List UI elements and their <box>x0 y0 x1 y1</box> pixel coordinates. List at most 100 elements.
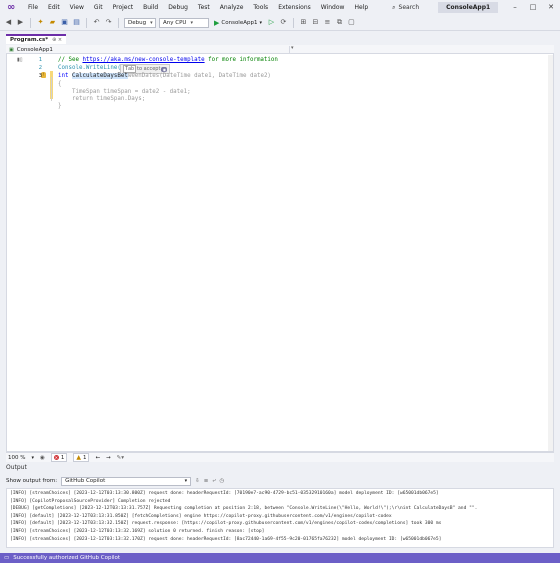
comment-text: // See <box>58 57 83 63</box>
show-output-from-label: Show output from: <box>6 478 58 484</box>
template-link[interactable]: https://aka.ms/new-console-template <box>82 57 204 63</box>
document-tab-bar <box>0 33 560 45</box>
menu-extensions[interactable]: Extensions <box>273 4 316 11</box>
menu-test[interactable]: Test <box>193 4 215 11</box>
chevron-down-icon[interactable]: ▾ <box>31 455 34 461</box>
menu-project[interactable]: Project <box>108 4 139 11</box>
start-debugging-button[interactable]: ▶ ConsoleApp1 ▾ <box>212 19 264 27</box>
platform-dropdown[interactable]: Any CPU ▾ <box>159 17 209 28</box>
warning-count[interactable]: ▲ 1 <box>73 453 90 462</box>
code-editor[interactable] <box>6 45 554 452</box>
tab-pin-close-icon[interactable]: ⊕ × <box>52 37 62 43</box>
error-count[interactable]: ✕ 1 <box>50 453 68 462</box>
chevron-down-icon: ▾ <box>190 19 193 26</box>
output-log[interactable]: [INFO] [streamChoices] [2023-12-12T03:13… <box>6 488 554 548</box>
minimize-icon[interactable]: – <box>510 2 520 12</box>
menu-analyze[interactable]: Analyze <box>215 4 249 11</box>
line-number: 1 <box>38 57 42 63</box>
start-without-debugging-icon[interactable]: ▷ <box>267 18 276 27</box>
toolbar: ◀ ▶ ✦ ▰ ▣ ▤ ↶ ↷ Debug ▾ Any CPU ▾ ▶ Cons… <box>0 15 560 31</box>
back-icon[interactable]: ◀ <box>4 18 13 27</box>
toolbar-separator <box>118 17 119 28</box>
log-line: [INFO] [streamChoices] [2023-12-12T03:13… <box>10 536 442 542</box>
redo-icon[interactable]: ↷ <box>104 18 113 27</box>
fold-guide <box>51 77 52 101</box>
toolbar-tool-icon[interactable]: ≡ <box>323 18 332 27</box>
menu-bar: ∞ File Edit View Git Project Build Debug… <box>0 0 560 15</box>
output-panel-title: Output <box>6 464 27 471</box>
find-message-icon[interactable]: ⇩ <box>195 478 200 484</box>
menu-window[interactable]: Window <box>316 4 350 11</box>
platform-value: Any CPU <box>163 19 187 26</box>
error-count-value: 1 <box>60 454 65 461</box>
copilot-suggestion: weenDates(DateTime date1, DateTime date2… <box>127 73 271 79</box>
start-label: ConsoleApp1 <box>221 19 258 26</box>
project-name: ConsoleApp1 <box>16 46 53 53</box>
next-issue-icon[interactable]: → <box>106 455 111 461</box>
chevron-down-icon: ▾ <box>184 478 188 484</box>
tab-program-cs[interactable]: Program.cs* ⊕ × <box>6 34 67 44</box>
keyword-int: int <box>58 73 69 79</box>
chevron-down-icon[interactable]: ▾ <box>291 45 294 51</box>
status-text: Successfully authorized GitHub Copilot <box>13 555 121 561</box>
configuration-value: Debug <box>128 19 147 26</box>
menu-view[interactable]: View <box>65 4 89 11</box>
configuration-dropdown[interactable]: Debug ▾ <box>124 17 156 28</box>
typed-method-name: CalculateDaysBet <box>71 73 128 79</box>
close-icon[interactable]: ✕ <box>546 2 556 12</box>
menu-tools[interactable]: Tools <box>248 4 273 11</box>
toolbar-tool-icon[interactable]: ⊟ <box>311 18 320 27</box>
hint-text: to accept <box>137 66 161 72</box>
log-line: [INFO] [default] [2023-12-12T03:13:32.15… <box>10 521 442 527</box>
zoom-level[interactable]: 100 % <box>8 455 25 461</box>
project-dropdown[interactable]: ▣ ConsoleApp1 <box>9 46 290 53</box>
toolbar-separator <box>292 17 294 28</box>
vertical-scrollbar[interactable] <box>548 55 553 451</box>
edit-lens-icon[interactable]: ▮▯ <box>17 57 23 63</box>
visual-studio-logo-icon[interactable]: ∞ <box>7 2 17 13</box>
output-source-value: GitHub Copilot <box>65 478 106 484</box>
search-box[interactable]: ⌕ Search <box>387 3 424 13</box>
menu-build[interactable]: Build <box>138 4 163 11</box>
code-line-3: int CalculateDaysBetweenDates(DateTime d… <box>58 73 271 79</box>
log-line: [INFO] [default] [2023-12-12T03:13:31.85… <box>10 513 392 519</box>
error-icon: ✕ <box>53 455 59 460</box>
play-icon: ▶ <box>214 18 220 27</box>
word-wrap-icon[interactable]: ⤶ <box>212 478 215 485</box>
toolbar-tool-icon[interactable]: ⊞ <box>299 18 308 27</box>
tab-filename: Program.cs* <box>10 37 49 43</box>
menu-git[interactable]: Git <box>89 4 108 11</box>
save-icon[interactable]: ▣ <box>60 18 69 27</box>
warning-count-value: 1 <box>82 454 87 461</box>
code-cleanup-icon[interactable]: ✎▾ <box>117 455 124 461</box>
warning-icon: ▲ <box>76 454 81 461</box>
save-all-icon[interactable]: ▤ <box>72 18 81 27</box>
notification-icon[interactable]: ▭ <box>4 555 9 561</box>
copilot-status-icon[interactable]: ◉ <box>40 455 45 461</box>
maximize-icon[interactable]: □ <box>528 2 538 12</box>
toolbar-tool-icon[interactable]: ▢ <box>347 18 356 27</box>
menu-help[interactable]: Help <box>349 4 373 11</box>
copilot-suggestion: return timeSpan.Days; <box>58 96 146 102</box>
chevron-down-icon: ▾ <box>259 19 262 26</box>
menu-file[interactable]: File <box>23 4 43 11</box>
clear-all-icon[interactable]: ≡ <box>204 478 209 484</box>
copilot-suggestion: TimeSpan timeSpan = date2 - date1; <box>58 89 191 95</box>
menu-debug[interactable]: Debug <box>163 4 193 11</box>
new-project-icon[interactable]: ✦ <box>36 18 45 27</box>
forward-icon[interactable]: ▶ <box>16 18 25 27</box>
undo-icon[interactable]: ↶ <box>92 18 101 27</box>
line-number: 2 <box>38 65 42 71</box>
solution-name: ConsoleApp1 <box>438 2 499 13</box>
menu-edit[interactable]: Edit <box>43 4 65 11</box>
previous-issue-icon[interactable]: ← <box>95 455 100 461</box>
output-source-dropdown[interactable]: GitHub Copilot ▾ <box>61 476 192 486</box>
open-log-icon[interactable]: ◷ <box>219 478 224 484</box>
hot-reload-icon[interactable]: ⟳ <box>279 18 288 27</box>
search-icon: ⌕ <box>392 3 396 11</box>
toolbar-tool-icon[interactable]: ⧉ <box>335 18 344 27</box>
editor-status-bar: 100 % ▾ ◉ ✕ 1 ▲ 1 ← → ✎▾ <box>6 452 554 462</box>
code-line-1: // See https://aka.ms/new-console-templa… <box>58 57 278 63</box>
open-folder-icon[interactable]: ▰ <box>48 18 57 27</box>
status-bar: ▭ Successfully authorized GitHub Copilot <box>0 553 560 563</box>
